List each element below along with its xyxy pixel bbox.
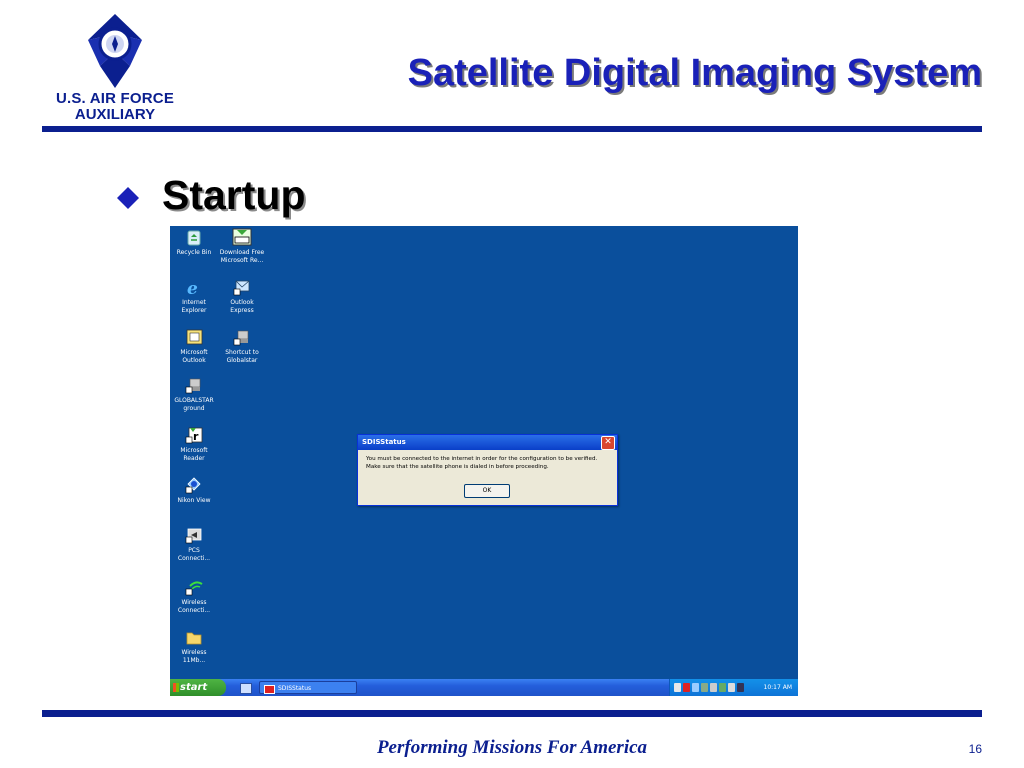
internet-explorer-icon: e [184,278,204,299]
tray-icon[interactable] [692,683,699,692]
nikon-view-icon [184,476,204,494]
desktop-icon-recycle-bin[interactable]: Recycle Bin [170,228,218,257]
icon-label: Internet [182,299,206,306]
desktop-icon-pcs-connection[interactable]: PCS Connecti... [170,526,218,563]
icon-label: Microsoft [180,349,208,356]
slide-title: Satellite Digital Imaging System [407,52,982,94]
icon-label: 11Mb... [182,657,206,664]
tray-icon[interactable] [683,683,690,692]
clock: 10:17 AM [763,684,792,691]
icon-label: GLOBALSTAR [174,397,214,404]
sdisstatus-app-icon [264,685,275,694]
tray-icons [674,683,744,692]
icon-label: Nikon View [177,497,211,504]
logo-text-line2: AUXILIARY [74,106,156,123]
icon-label: Download Free [219,249,265,256]
dialog-message: You must be connected to the internet in… [358,450,617,471]
tray-icon[interactable] [737,683,744,692]
icon-label: Reader [183,455,205,462]
icon-label: Shortcut to [225,349,259,356]
desktop-icon-globalstar-ground[interactable]: GLOBALSTAR ground [170,376,218,413]
start-label: start [180,682,208,693]
desktop-icon-nikon-view[interactable]: Nikon View [170,476,218,505]
desktop-screenshot: Recycle Bin Download Free Microsoft Re..… [170,226,798,696]
desktop-icon-microsoft-reader[interactable]: r Microsoft Reader [170,426,218,463]
icon-label: Outlook [182,357,206,364]
icon-label: Microsoft Re... [220,257,264,264]
tray-icon[interactable] [719,683,726,692]
air-force-auxiliary-emblem-icon [88,14,142,88]
dialog-title: SDISStatus [362,438,406,446]
icon-label: PCS [188,547,200,554]
windows-flag-icon [173,683,179,692]
recycle-bin-icon [184,228,204,246]
quick-launch-icon[interactable] [240,683,252,694]
icon-label: Express [230,307,254,314]
svg-text:r: r [193,430,199,443]
icon-label: Wireless [181,599,207,606]
system-tray: 10:17 AM [669,679,798,696]
tray-icon[interactable] [674,683,681,692]
desktop-icon-outlook-express[interactable]: Outlook Express [218,278,266,315]
download-reader-icon [232,228,252,246]
globalstar-ground-icon [184,376,204,394]
wireless-connection-icon [184,578,204,596]
svg-text:e: e [187,279,198,296]
outlook-express-icon [232,278,252,296]
desktop-icon-internet-explorer[interactable]: e Internet Explorer [170,278,218,315]
start-button[interactable]: start [170,679,226,696]
taskbar-button-sdisstatus[interactable]: SDISStatus [259,681,357,694]
icon-label: ground [183,405,205,412]
icon-label: Outlook [230,299,254,306]
icon-label: Microsoft [180,447,208,454]
dialog-titlebar[interactable]: SDISStatus ✕ [358,435,617,450]
globalstar-shortcut-icon [232,328,252,346]
footer-slogan: Performing Missions For America [376,737,648,758]
desktop-icon-microsoft-outlook[interactable]: Microsoft Outlook [170,328,218,365]
taskbar-button-label: SDISStatus [278,685,312,692]
pcs-connection-icon [184,526,204,544]
icon-label: Connecti... [177,555,211,562]
dialog-message-line: You must be connected to the internet in… [366,456,598,462]
sdisstatus-dialog: SDISStatus ✕ You must be connected to th… [357,434,618,506]
desktop-icon-wireless-connection[interactable]: Wireless Connecti... [170,578,218,615]
icon-label: Recycle Bin [176,249,212,256]
tray-icon[interactable] [728,683,735,692]
page-number: 16 [968,742,982,756]
desktop-icon-wireless-folder[interactable]: Wireless 11Mb... [170,628,218,665]
diamond-bullet-icon [117,187,139,209]
taskbar: start SDISStatus 10:17 AM [170,679,798,696]
top-divider [42,126,982,132]
tray-icon[interactable] [710,683,717,692]
tray-icon[interactable] [701,683,708,692]
icon-label: Connecti... [177,607,211,614]
bottom-divider [42,710,982,717]
close-icon[interactable]: ✕ [601,436,615,450]
air-force-auxiliary-logo: U.S. AIR FORCE AUXILIARY [40,8,200,126]
ok-button[interactable]: OK [464,484,510,498]
bullet-text: Startup [162,172,306,218]
microsoft-reader-icon: r [184,426,204,444]
icon-label: Wireless [181,649,207,656]
desktop-icon-globalstar-shortcut[interactable]: Shortcut to Globalstar [218,328,266,365]
logo-text-line1: U.S. AIR FORCE [55,90,175,107]
icon-label: Explorer [181,307,207,314]
folder-icon [184,628,204,646]
icon-label: Globalstar [226,357,258,364]
desktop-icon-download-reader[interactable]: Download Free Microsoft Re... [218,228,266,265]
microsoft-outlook-icon [184,328,204,346]
dialog-message-line: Make sure that the satellite phone is di… [366,463,549,470]
